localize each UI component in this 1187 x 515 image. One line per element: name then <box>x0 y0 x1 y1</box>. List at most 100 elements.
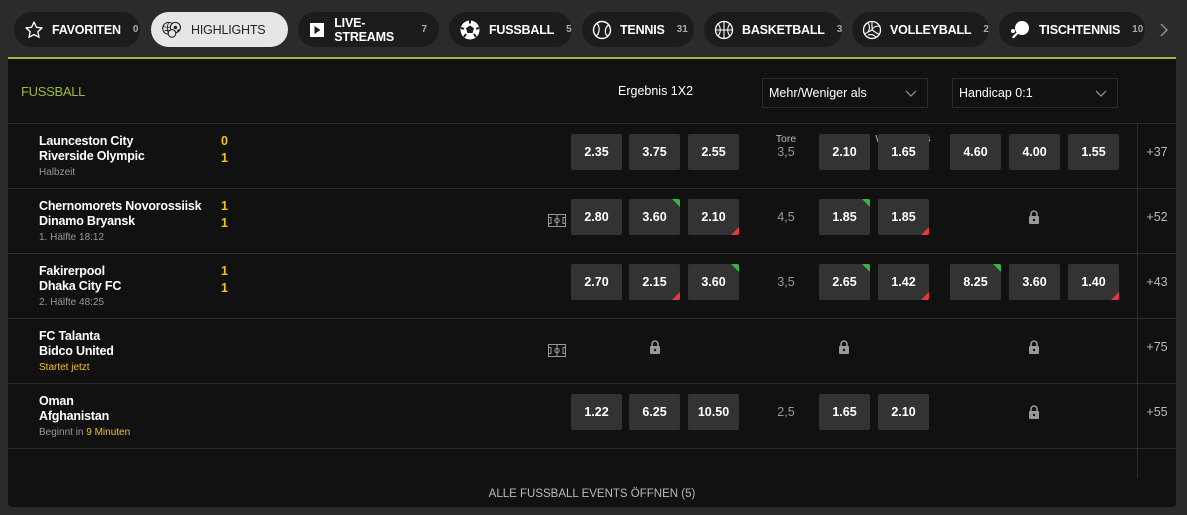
more-markets-link[interactable]: +43 <box>1138 264 1176 300</box>
match-status: 2. Hälfte 48:25 <box>39 297 104 308</box>
odd-up-indicator <box>862 199 870 207</box>
odd-value: 6.25 <box>642 405 667 419</box>
odd-button[interactable]: 1.65 <box>819 394 870 430</box>
tab-count: 5 <box>566 24 572 35</box>
over-under-dropdown[interactable]: Mehr/Weniger als <box>762 78 928 108</box>
odd-value: 2.10 <box>832 145 857 159</box>
odd-button[interactable]: 2.55 <box>688 134 739 170</box>
lock-icon <box>1028 340 1040 354</box>
home-team: Oman <box>39 394 74 408</box>
odd-button[interactable]: 1.40 <box>1068 264 1119 300</box>
odd-button[interactable]: 3.75 <box>629 134 680 170</box>
status-text: Beginnt in <box>39 427 87 438</box>
match-status: 1. Hälfte 18:12 <box>39 232 104 243</box>
goal-line: 3,5 <box>777 145 795 159</box>
tab-count: 3 <box>836 24 843 35</box>
odd-value: 10.50 <box>697 405 730 419</box>
more-markets-link[interactable]: +55 <box>1138 394 1176 430</box>
event-row[interactable]: Fakirerpool Dhaka City FC 1 1 2. Hälfte 48:2… <box>8 254 1176 319</box>
odd-button[interactable]: 6.25 <box>629 394 680 430</box>
match-tracker-icon[interactable] <box>548 214 566 227</box>
event-row[interactable]: Chernomorets Novorossiisk Dinamo Bryansk 1… <box>8 189 1176 254</box>
more-markets-link[interactable]: +37 <box>1138 134 1176 170</box>
odd-value: 3.60 <box>1022 275 1047 289</box>
tab-label: VOLLEYBALL <box>890 22 972 37</box>
balls-icon <box>161 19 183 41</box>
away-team: Bidco United <box>39 344 114 358</box>
home-score: 1 <box>221 199 228 213</box>
more-markets-link[interactable]: +52 <box>1138 199 1176 235</box>
status-text: Halbzeit <box>39 167 76 178</box>
tab-label: TISCHTENNIS <box>1039 22 1121 37</box>
sport-nav: FAVORITEN 0 HIGHLIGHTS LIVE-STREAMS 7 FU… <box>0 0 1187 58</box>
odd-button[interactable]: 8.25 <box>950 264 1001 300</box>
odd-value: 1.85 <box>891 210 916 224</box>
odd-button[interactable]: 2.35 <box>571 134 622 170</box>
tab-tischtennis[interactable]: TISCHTENNIS 10 <box>999 12 1145 47</box>
odd-value: 1.65 <box>891 145 916 159</box>
home-team: Chernomorets Novorossiisk <box>39 199 202 213</box>
lock-icon <box>1028 405 1040 419</box>
match-tracker-icon[interactable] <box>548 344 566 357</box>
odd-button[interactable]: 2.10 <box>819 134 870 170</box>
odd-button[interactable]: 10.50 <box>688 394 739 430</box>
lock-icon <box>649 340 661 354</box>
tab-count: 10 <box>1132 24 1144 35</box>
odd-button[interactable]: 3.60 <box>629 199 680 235</box>
odd-value: 4.60 <box>963 145 988 159</box>
odd-up-indicator <box>993 264 1001 272</box>
odd-button[interactable]: 2.65 <box>819 264 870 300</box>
event-row[interactable]: Oman Afghanistan Beginnt in 9 Minuten 1.22 6… <box>8 384 1176 449</box>
odd-button[interactable]: 3.60 <box>1009 264 1060 300</box>
event-row[interactable]: FC Talanta Bidco United Startet jetzt +75 <box>8 319 1176 384</box>
odd-button[interactable]: 1.42 <box>878 264 929 300</box>
tab-basketball[interactable]: BASKETBALL 3 <box>704 12 842 47</box>
odd-value: 2.10 <box>701 210 726 224</box>
tab-live-streams[interactable]: LIVE-STREAMS 7 <box>298 12 439 47</box>
odd-button[interactable]: 2.70 <box>571 264 622 300</box>
lock-icon <box>838 340 850 354</box>
odd-button[interactable]: 1.22 <box>571 394 622 430</box>
tab-tennis[interactable]: TENNIS 31 <box>582 12 694 47</box>
home-score: 0 <box>221 134 228 148</box>
odd-value: 1.55 <box>1081 145 1106 159</box>
odd-button[interactable]: 4.00 <box>1009 134 1060 170</box>
odd-button[interactable]: 4.60 <box>950 134 1001 170</box>
odd-value: 3.60 <box>642 210 667 224</box>
away-score: 1 <box>221 216 228 230</box>
tab-fussball[interactable]: FUSSBALL 5 <box>449 12 572 47</box>
tab-highlights[interactable]: HIGHLIGHTS <box>151 12 288 47</box>
odd-button[interactable]: 3.60 <box>688 264 739 300</box>
status-text: Startet jetzt <box>39 362 90 373</box>
status-text: 1. Hälfte 18:12 <box>39 232 105 243</box>
odd-button[interactable]: 1.85 <box>878 199 929 235</box>
odd-button[interactable]: 2.15 <box>629 264 680 300</box>
match-status: Beginnt in 9 Minuten <box>39 427 130 438</box>
event-row[interactable]: Launceston City Riverside Olympic 0 1 Halbze… <box>8 124 1176 189</box>
odd-value: 2.35 <box>584 145 609 159</box>
odd-value: 2.55 <box>701 145 726 159</box>
more-markets-link[interactable]: +75 <box>1138 329 1176 365</box>
tab-volleyball[interactable]: VOLLEYBALL 2 <box>852 12 989 47</box>
odd-button[interactable]: 1.85 <box>819 199 870 235</box>
chevron-down-icon <box>1095 87 1107 102</box>
match-status: Startet jetzt <box>39 362 90 373</box>
odd-button[interactable]: 1.55 <box>1068 134 1119 170</box>
tab-label: FUSSBALL <box>489 22 555 37</box>
handicap-dropdown[interactable]: Handicap 0:1 <box>952 78 1118 108</box>
open-all-events-link[interactable]: ALLE FUSSBALL EVENTS ÖFFNEN (5) <box>8 479 1176 509</box>
away-team: Dhaka City FC <box>39 279 122 293</box>
tab-label: LIVE-STREAMS <box>334 15 394 44</box>
odd-down-indicator <box>672 292 680 300</box>
chevron-right-icon[interactable] <box>1156 18 1172 42</box>
odd-button[interactable]: 2.10 <box>688 199 739 235</box>
status-highlight: 9 Minuten <box>86 427 131 438</box>
chevron-down-icon <box>905 87 917 102</box>
sport-title: FUSSBALL <box>21 84 86 99</box>
tab-favoriten[interactable]: FAVORITEN 0 <box>14 12 140 47</box>
odd-button[interactable]: 1.65 <box>878 134 929 170</box>
dropdown-value: Mehr/Weniger als <box>769 86 867 100</box>
odd-button[interactable]: 2.80 <box>571 199 622 235</box>
odd-button[interactable]: 2.10 <box>878 394 929 430</box>
tab-count: 7 <box>421 24 427 35</box>
